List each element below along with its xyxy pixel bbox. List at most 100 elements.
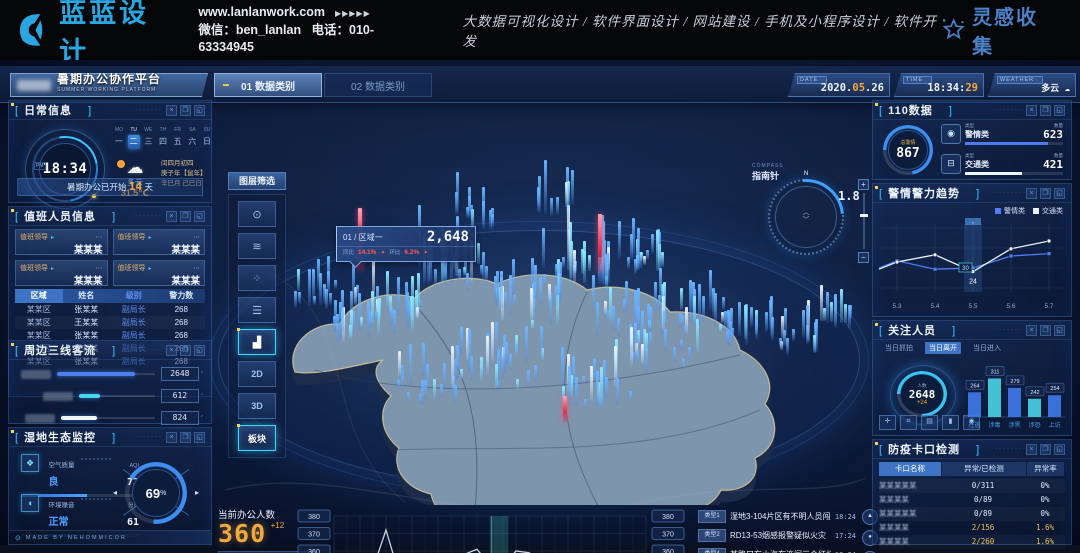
highlight-band bbox=[491, 516, 508, 553]
panel-expand-icon[interactable]: ◱ bbox=[194, 211, 205, 222]
checkpoint-row[interactable]: 某某某某2/2601.6% bbox=[879, 535, 1065, 549]
weekday-en: TH bbox=[157, 127, 169, 133]
panel-expand-icon[interactable]: ◱ bbox=[1054, 444, 1065, 455]
panel-window-icon[interactable]: ❐ bbox=[180, 211, 191, 222]
panel-close-icon[interactable]: × bbox=[1026, 105, 1037, 116]
bar-涉毒[interactable] bbox=[988, 378, 1001, 417]
layer-button-list[interactable]: ☰ bbox=[238, 297, 276, 323]
table-row[interactable]: 某某区王某某副局长268 bbox=[15, 316, 205, 329]
panel-expand-icon[interactable]: ◱ bbox=[194, 105, 205, 116]
duty-leader-card[interactable]: 值班领导▸⋯某某某 bbox=[113, 229, 206, 255]
alert-row[interactable]: 类型2RD13-53烟感报警疑似火灾17:24 bbox=[698, 528, 856, 543]
alert-text: 湿地3-104片区有不明人员闯入 bbox=[730, 511, 831, 522]
progress-fill bbox=[965, 142, 1048, 145]
panel-close-icon[interactable]: × bbox=[166, 432, 177, 443]
panel-window-icon[interactable]: ❐ bbox=[180, 432, 191, 443]
focus-action-icon-4[interactable]: ▮ bbox=[942, 415, 959, 430]
compass-dial[interactable]: N ︿﹀ bbox=[768, 179, 844, 255]
checkpoint-detect: 0/311 bbox=[941, 479, 1025, 493]
panel-title: 警情警力趋势 bbox=[879, 185, 980, 201]
panel-close-icon[interactable]: × bbox=[1026, 444, 1037, 455]
layer-button-blocks[interactable]: 板块 bbox=[238, 425, 276, 451]
duty-card-top: 值班领导▸⋯ bbox=[20, 263, 103, 273]
flow-bar-fill bbox=[57, 372, 135, 376]
zoom-track[interactable] bbox=[863, 193, 865, 249]
zoom-knob[interactable] bbox=[860, 214, 868, 217]
checkpoint-row[interactable]: 某某某某2/1561.6% bbox=[879, 521, 1065, 535]
duty-leader-card[interactable]: 值班领导▸⋯某某某 bbox=[113, 260, 206, 286]
panel-close-icon[interactable]: × bbox=[166, 105, 177, 116]
bar-在逃[interactable] bbox=[968, 392, 981, 417]
focus-action-icon-1[interactable]: ✛ bbox=[879, 415, 896, 430]
panel-close-icon[interactable]: × bbox=[1026, 325, 1037, 336]
panel-close-icon[interactable]: × bbox=[1026, 188, 1037, 199]
tab-data-category-1[interactable]: 01 数据类别 bbox=[214, 73, 322, 97]
focus-tab[interactable]: 当日抓拍 bbox=[881, 342, 917, 354]
collect-label: 灵感收集 bbox=[972, 1, 1058, 59]
layer-button-signal[interactable]: ≋ bbox=[238, 233, 276, 259]
gauge-right-arrow[interactable]: ▸ bbox=[195, 488, 199, 497]
tab-data-category-2[interactable]: 02 数据类别 bbox=[324, 73, 432, 97]
lanlan-logo-icon bbox=[14, 10, 53, 50]
duty-leader-card[interactable]: 值班领导▸⋯某某某 bbox=[15, 260, 108, 286]
checkpoint-row[interactable]: 某某某某某0/890% bbox=[879, 507, 1065, 521]
zoom-out-button[interactable]: − bbox=[858, 252, 869, 263]
panel-expand-icon[interactable]: ◱ bbox=[194, 432, 205, 443]
panel-window-icon[interactable]: ❐ bbox=[180, 345, 191, 356]
gauge-left-arrow[interactable]: ◂ bbox=[113, 488, 117, 497]
panel-window-icon[interactable]: ❐ bbox=[180, 105, 191, 116]
website-link[interactable]: www.lanlanwork.com bbox=[198, 5, 325, 19]
arrow-icon: ▸ bbox=[149, 265, 152, 272]
panel-expand-icon[interactable]: ◱ bbox=[194, 345, 205, 356]
brand-logo: 蓝蓝设计 bbox=[14, 0, 176, 69]
more-icon[interactable]: ⋯ bbox=[96, 264, 103, 272]
layer-button-3d[interactable]: 3D bbox=[238, 393, 276, 419]
arrow-icon: ▸ bbox=[51, 265, 54, 272]
checkpoint-name: 某某某某某 bbox=[879, 507, 941, 521]
focus-persons-panel: 关注人员·······×❐◱ 当日抓拍当日离开当日进入 人数 2648 +24 … bbox=[872, 320, 1072, 436]
layer-button-grid[interactable]: ⁘ bbox=[238, 265, 276, 291]
panel-expand-icon[interactable]: ◱ bbox=[1054, 188, 1065, 199]
weekday-en: TU bbox=[128, 127, 140, 133]
panel-window-icon[interactable]: ❐ bbox=[1040, 325, 1051, 336]
checkpoint-row[interactable]: 某某某某某0/3110% bbox=[879, 479, 1065, 493]
bar-涉恐[interactable] bbox=[1028, 399, 1041, 417]
tooltip-title: 01 / 区域一 bbox=[343, 232, 383, 243]
table-row[interactable]: 某某区张某某副局长268 bbox=[15, 303, 205, 316]
bar-涉黑[interactable] bbox=[1008, 388, 1021, 417]
clock-time: 18:34 bbox=[43, 161, 88, 177]
panel-expand-icon[interactable]: ◱ bbox=[1054, 105, 1065, 116]
layer-button-bar-chart[interactable]: ▟ bbox=[238, 329, 276, 355]
more-icon[interactable]: ⋯ bbox=[96, 233, 103, 241]
alert-row[interactable]: 类型4某路口有小汽车连闯三个红灯13:24 bbox=[698, 547, 856, 553]
zoom-in-button[interactable]: + bbox=[858, 179, 869, 190]
svg-text:涉毒: 涉毒 bbox=[988, 421, 1000, 429]
focus-tab[interactable]: 当日离开 bbox=[925, 342, 961, 354]
duty-name: 某某某 bbox=[118, 273, 201, 287]
focus-action-icon-3[interactable]: ▤ bbox=[921, 415, 938, 430]
more-icon[interactable]: ⋯ bbox=[193, 264, 200, 272]
panel-expand-icon[interactable]: ◱ bbox=[1054, 325, 1065, 336]
panel-close-icon[interactable]: × bbox=[166, 345, 177, 356]
checkpoint-col-header[interactable]: 卡口名称 bbox=[879, 462, 941, 476]
duty-leader-card[interactable]: 值班领导▸⋯某某某 bbox=[15, 229, 108, 255]
weekday-cn[interactable]: 二 bbox=[128, 135, 140, 149]
collect-inspiration[interactable]: 灵感收集 bbox=[941, 1, 1058, 59]
weekday-en: MO bbox=[113, 127, 125, 133]
more-icon[interactable]: ⋯ bbox=[193, 233, 200, 241]
focus-action-icon-2[interactable]: ⌗ bbox=[900, 415, 917, 430]
svg-text:380: 380 bbox=[662, 514, 674, 521]
panel-close-icon[interactable]: × bbox=[166, 211, 177, 222]
panel-window-icon[interactable]: ❐ bbox=[1040, 188, 1051, 199]
alert-row[interactable]: 类型1湿地3-104片区有不明人员闯入18:24 bbox=[698, 509, 856, 524]
layer-button-2d[interactable]: 2D bbox=[238, 361, 276, 387]
flow-bar-track bbox=[61, 417, 155, 419]
panel-window-icon[interactable]: ❐ bbox=[1040, 105, 1051, 116]
weekday-en: SU bbox=[201, 127, 213, 133]
up-arrow-icon: ▲ bbox=[380, 249, 385, 255]
panel-window-icon[interactable]: ❐ bbox=[1040, 444, 1051, 455]
bar-上访[interactable] bbox=[1048, 395, 1061, 417]
layer-button-camera[interactable]: ⊙ bbox=[238, 201, 276, 227]
checkpoint-row[interactable]: 某某某某0/890% bbox=[879, 493, 1065, 507]
data-spike bbox=[567, 181, 570, 208]
